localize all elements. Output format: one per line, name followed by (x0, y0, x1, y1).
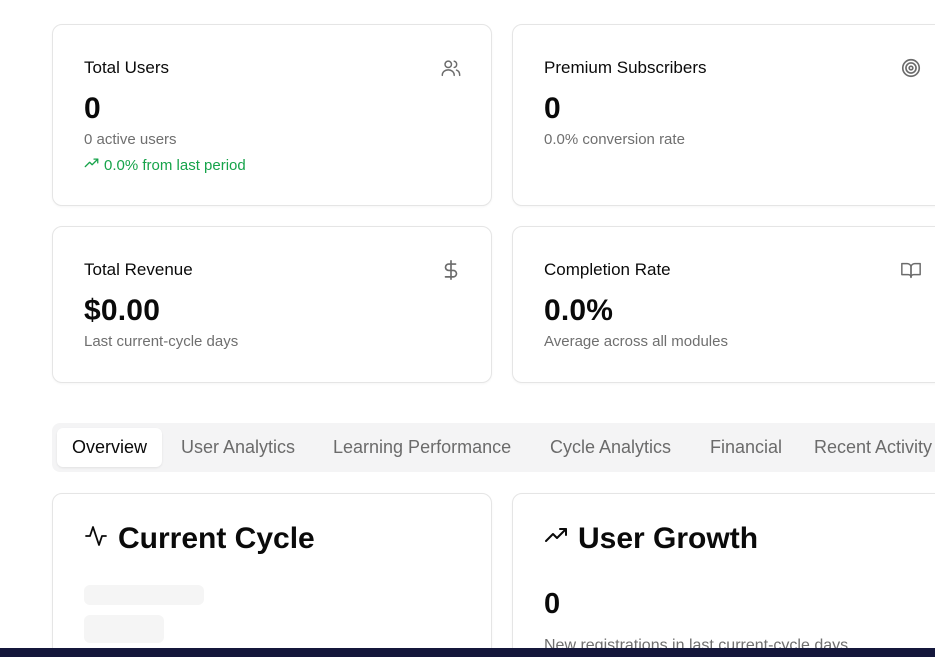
total-revenue-card: Total Revenue $0.00 Last current-cycle d… (52, 226, 492, 383)
loading-skeleton-block (84, 615, 164, 643)
completion-rate-card: Completion Rate 0.0% Average across all … (512, 226, 935, 383)
trending-up-icon (544, 522, 568, 556)
target-icon (900, 57, 922, 79)
users-icon (440, 57, 462, 79)
dollar-icon (440, 259, 462, 281)
active-users-text: 0 active users (84, 131, 177, 148)
total-revenue-title: Total Revenue (84, 260, 193, 279)
tab-recent-activity[interactable]: Recent Activity (814, 428, 932, 467)
tab-overview[interactable]: Overview (57, 428, 163, 467)
user-growth-heading: User Growth (544, 522, 758, 556)
users-trend: 0.0% from last period (84, 156, 246, 175)
total-users-title: Total Users (84, 58, 170, 77)
revenue-period-text: Last current-cycle days (84, 333, 239, 350)
tab-learning-performance[interactable]: Learning Performance (333, 428, 511, 467)
window-bottom-bar (0, 648, 935, 657)
loading-skeleton-line (84, 585, 204, 605)
tab-user-analytics[interactable]: User Analytics (181, 428, 295, 467)
trending-up-icon (84, 156, 99, 175)
completion-rate-value: 0.0% (544, 294, 614, 327)
completion-rate-title: Completion Rate (544, 260, 671, 279)
premium-subscribers-card: Premium Subscribers 0 0.0% conversion ra… (512, 24, 935, 206)
premium-subscribers-value: 0 (544, 92, 561, 125)
tab-cycle-analytics[interactable]: Cycle Analytics (550, 428, 671, 467)
current-cycle-heading: Current Cycle (84, 522, 315, 556)
users-trend-text: 0.0% from last period (104, 157, 246, 174)
current-cycle-title: Current Cycle (118, 522, 315, 555)
current-cycle-panel: Current Cycle (52, 493, 492, 657)
user-growth-value: 0 (544, 588, 561, 620)
total-users-card: Total Users 0 0 active users 0.0% from l… (52, 24, 492, 206)
activity-icon (84, 522, 108, 556)
total-revenue-value: $0.00 (84, 294, 161, 327)
analytics-tabs: Overview User Analytics Learning Perform… (52, 423, 935, 472)
premium-subscribers-title: Premium Subscribers (544, 58, 707, 77)
user-growth-panel: User Growth 0 New registrations in last … (512, 493, 935, 657)
total-users-value: 0 (84, 92, 101, 125)
completion-rate-subtitle: Average across all modules (544, 333, 728, 350)
book-open-icon (900, 259, 922, 281)
dashboard-page: Total Users 0 0 active users 0.0% from l… (0, 0, 935, 657)
conversion-rate-text: 0.0% conversion rate (544, 131, 685, 148)
tab-financial[interactable]: Financial (710, 428, 782, 467)
user-growth-title: User Growth (578, 522, 759, 555)
